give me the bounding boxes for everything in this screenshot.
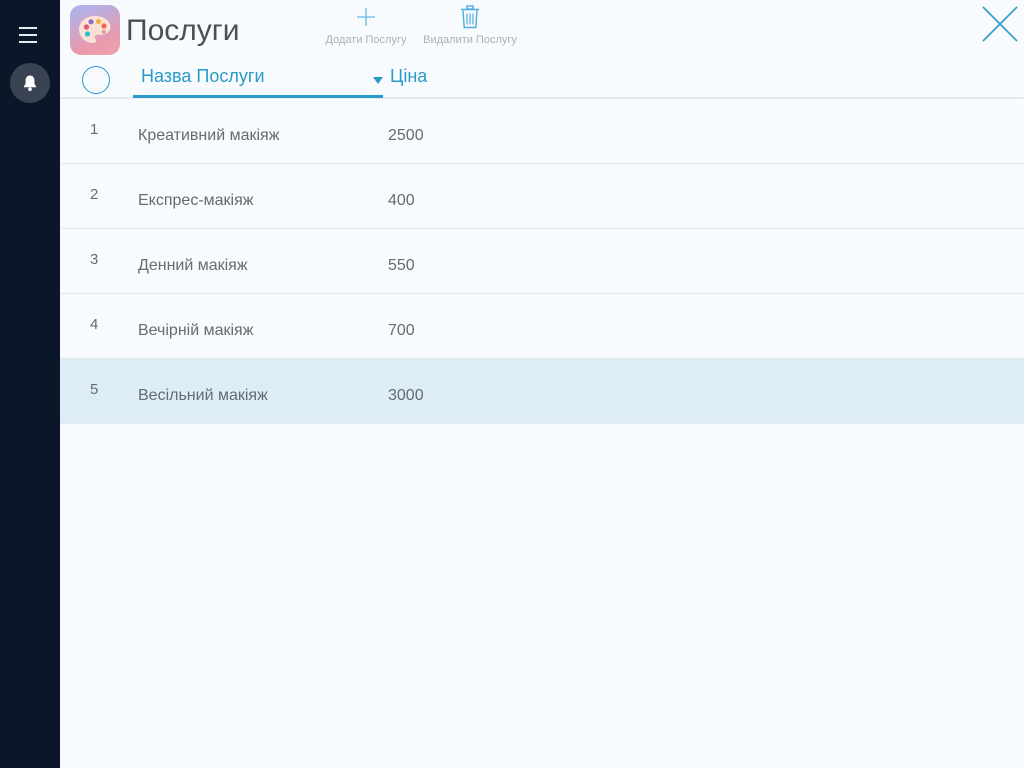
service-price: 700 — [388, 322, 415, 339]
hamburger-menu-icon[interactable] — [17, 24, 43, 46]
app-window: Послуги Додати Послугу Видалити Послугу — [0, 0, 1024, 768]
service-name: Експрес-макіяж — [138, 192, 254, 209]
service-price: 2500 — [388, 127, 424, 144]
add-service-label: Додати Послугу — [325, 34, 407, 46]
row-number: 4 — [90, 316, 99, 333]
service-name: Весільний макіяж — [138, 387, 268, 404]
left-sidebar — [0, 0, 60, 768]
table-row[interactable]: 1 Креативний макіяж 2500 — [60, 99, 1024, 164]
service-price: 400 — [388, 192, 415, 209]
trash-icon — [461, 5, 479, 29]
table-row[interactable]: 3 Денний макіяж 550 — [60, 229, 1024, 294]
delete-service-button[interactable]: Видалити Послугу — [420, 4, 520, 50]
table-row[interactable]: 2 Експрес-макіяж 400 — [60, 164, 1024, 229]
page-header: Послуги Додати Послугу Видалити Послугу — [60, 0, 1024, 98]
select-all-checkbox[interactable] — [82, 66, 110, 94]
service-name: Денний макіяж — [138, 257, 248, 274]
delete-service-label: Видалити Послугу — [423, 34, 517, 46]
sort-arrow-icon — [373, 77, 383, 84]
service-name: Креативний макіяж — [138, 127, 280, 144]
services-table: 1 Креативний макіяж 2500 2 Експрес-макія… — [60, 99, 1024, 424]
row-number: 1 — [90, 121, 99, 138]
add-service-button[interactable]: Додати Послугу — [320, 4, 412, 50]
table-row-selected[interactable]: 5 Весільний макіяж 3000 — [60, 359, 1024, 424]
row-number: 3 — [90, 251, 99, 268]
palette-icon — [70, 5, 120, 55]
column-header-name[interactable]: Назва Послуги — [133, 64, 383, 98]
notifications-button[interactable] — [10, 63, 50, 103]
service-price: 3000 — [388, 387, 424, 404]
row-number: 5 — [90, 381, 99, 398]
service-price: 550 — [388, 257, 415, 274]
close-button[interactable] — [980, 4, 1020, 44]
column-header-name-label: Назва Послуги — [141, 66, 265, 86]
service-name: Вечірній макіяж — [138, 322, 254, 339]
bell-icon — [24, 75, 36, 91]
column-header-price[interactable]: Ціна — [390, 66, 427, 87]
plus-icon — [357, 8, 375, 26]
page-title: Послуги — [126, 14, 240, 47]
close-icon — [982, 6, 1018, 42]
table-row[interactable]: 4 Вечірній макіяж 700 — [60, 294, 1024, 359]
row-number: 2 — [90, 186, 99, 203]
